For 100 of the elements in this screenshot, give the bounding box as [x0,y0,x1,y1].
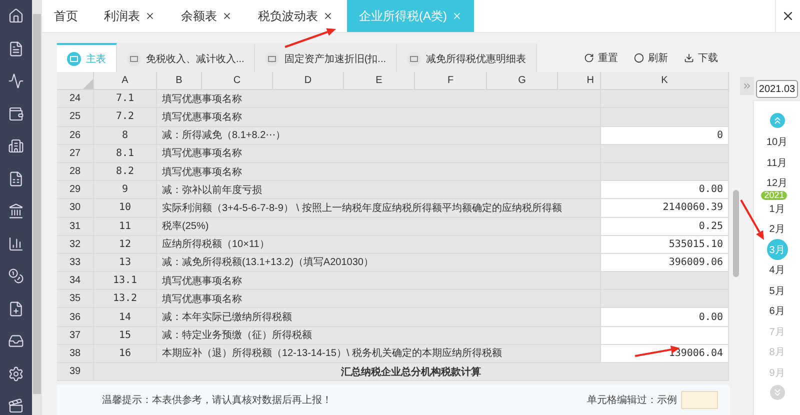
sheet-icon [67,52,81,66]
row-number: 37 [57,326,94,345]
close-icon[interactable] [323,11,333,21]
settings-icon[interactable] [8,366,24,382]
table-cell: 7.1 [94,90,157,108]
month-item[interactable]: 1月 [769,198,785,219]
table-cell: 14 [94,308,157,327]
table-cell: 填写优惠事项名称 [157,272,601,290]
scrollbar-thumb[interactable] [733,190,739,277]
row-number: 38 [57,344,94,363]
bank-icon[interactable] [8,203,24,219]
row-number: 24 [57,90,94,108]
table-cell: 13.1 [94,272,157,290]
column-header: C [202,72,273,90]
sheet-tab[interactable]: 减免所得税优惠明细表 [397,43,538,72]
table-cell: 11 [94,218,157,236]
row-number: 30 [57,199,94,218]
sheet-icon [407,52,422,66]
spreadsheet-icon[interactable] [8,170,24,186]
bar-chart-icon[interactable] [8,236,24,252]
tab-label: 余额表 [181,8,217,24]
table-cell: 10 [94,199,157,218]
row-number: 31 [57,218,94,236]
month-item[interactable]: 2月 [769,219,785,240]
value-cell[interactable]: 0.25 [601,218,729,236]
table-cell: 本期应补（退）所得税额（12-13-14-15）\ 税务机关确定的本期应纳所得税额 [157,344,601,363]
chevrons-up-icon [772,115,782,126]
month-item[interactable]: 4月 [769,260,785,280]
refresh-icon [634,52,644,62]
row-number: 36 [57,308,94,327]
month-item[interactable]: 10月 [766,132,788,152]
column-header: K [601,72,729,90]
close-icon[interactable] [145,11,155,21]
tab-label: 税负波动表 [258,8,318,24]
row-number: 25 [57,108,94,127]
table-cell: 13 [94,254,157,272]
table-cell: 8.2 [94,162,157,182]
value-cell[interactable]: 2140060.39 [601,199,729,218]
year-badge: 2021 [761,190,788,200]
table-cell: 16 [94,344,157,363]
value-cell[interactable]: 0 [601,126,729,145]
money-bag-icon[interactable] [8,106,24,122]
table-cell: 填写优惠事项名称 [157,108,601,127]
table-cell: 减：弥补以前年度亏损 [157,181,601,200]
column-header: G [487,72,558,90]
table-cell: 税率(25%) [157,218,601,236]
toolbar-action[interactable]: 重置 [584,50,618,64]
table-cell: 7.2 [94,108,157,127]
row-number: 35 [57,290,94,308]
home-icon[interactable] [8,8,24,24]
section-title: 汇总纳税企业总分机构税款计算 [94,363,729,382]
table-cell: 减：所得减免（8.1+8.2⋯） [157,126,601,145]
coins-icon[interactable] [8,268,24,284]
sheet-tab-label: 固定资产加速折旧(扣... [284,52,386,66]
value-cell[interactable] [601,326,729,345]
table-cell: 15 [94,326,157,345]
period-field[interactable]: 2021.03 [756,80,798,98]
close-icon [781,9,795,23]
row-number: 26 [57,126,94,145]
value-cell[interactable]: 0.00 [601,181,729,200]
toolbar-action[interactable]: 下载 [684,50,718,64]
toolbar-action[interactable]: 刷新 [634,50,668,64]
annotation-arrow [740,200,764,240]
value-cell[interactable]: 396009.06 [601,254,729,272]
table-cell: 填写优惠事项名称 [157,90,601,108]
table-cell: 填写优惠事项名称 [157,162,601,182]
chevrons-down-icon [772,387,782,398]
column-header: B [157,72,202,90]
close-icon[interactable] [222,11,232,21]
tab-label: 首页 [54,8,78,24]
chevrons-right-icon [742,81,752,91]
tray-icon[interactable] [8,333,24,349]
legend-swatch [681,391,718,409]
video-icon[interactable] [8,398,24,414]
document-icon[interactable] [8,40,24,56]
footer-tip: 温馨提示：本表供参考，请认真核对数据后再上报！ [102,394,332,407]
sheet-tab[interactable]: 免税收入、减计收入... [117,43,256,72]
table-cell: 8.1 [94,144,157,163]
table-cell: 13.2 [94,290,157,308]
table-cell: 9 [94,181,157,200]
tab-label: 利润表 [104,8,140,24]
month-item[interactable]: 6月 [769,301,785,322]
legend-label: 单元格编辑过：示例 [587,394,677,407]
sheet-tab-label: 免税收入、减计收入... [146,52,244,66]
sheet-tab-label: 减免所得税优惠明细表 [426,52,526,66]
column-header: H [558,72,601,90]
sheet-icon [265,52,280,66]
row-number: 27 [57,144,94,163]
reset-icon [584,52,594,62]
value-cell[interactable]: 0.00 [601,308,729,327]
sheet-tab[interactable]: 固定资产加速折旧(扣... [255,43,398,72]
file-plus-icon[interactable] [8,300,24,316]
building-icon[interactable] [8,138,24,154]
chart-line-icon[interactable] [8,73,24,89]
value-cell[interactable]: 535015.10 [601,236,729,254]
row-number: 32 [57,236,94,254]
month-item[interactable]: 11月 [766,152,788,173]
scrollbar-thumb[interactable] [33,14,41,394]
month-item[interactable]: 5月 [769,280,785,301]
row-number: 29 [57,181,94,200]
